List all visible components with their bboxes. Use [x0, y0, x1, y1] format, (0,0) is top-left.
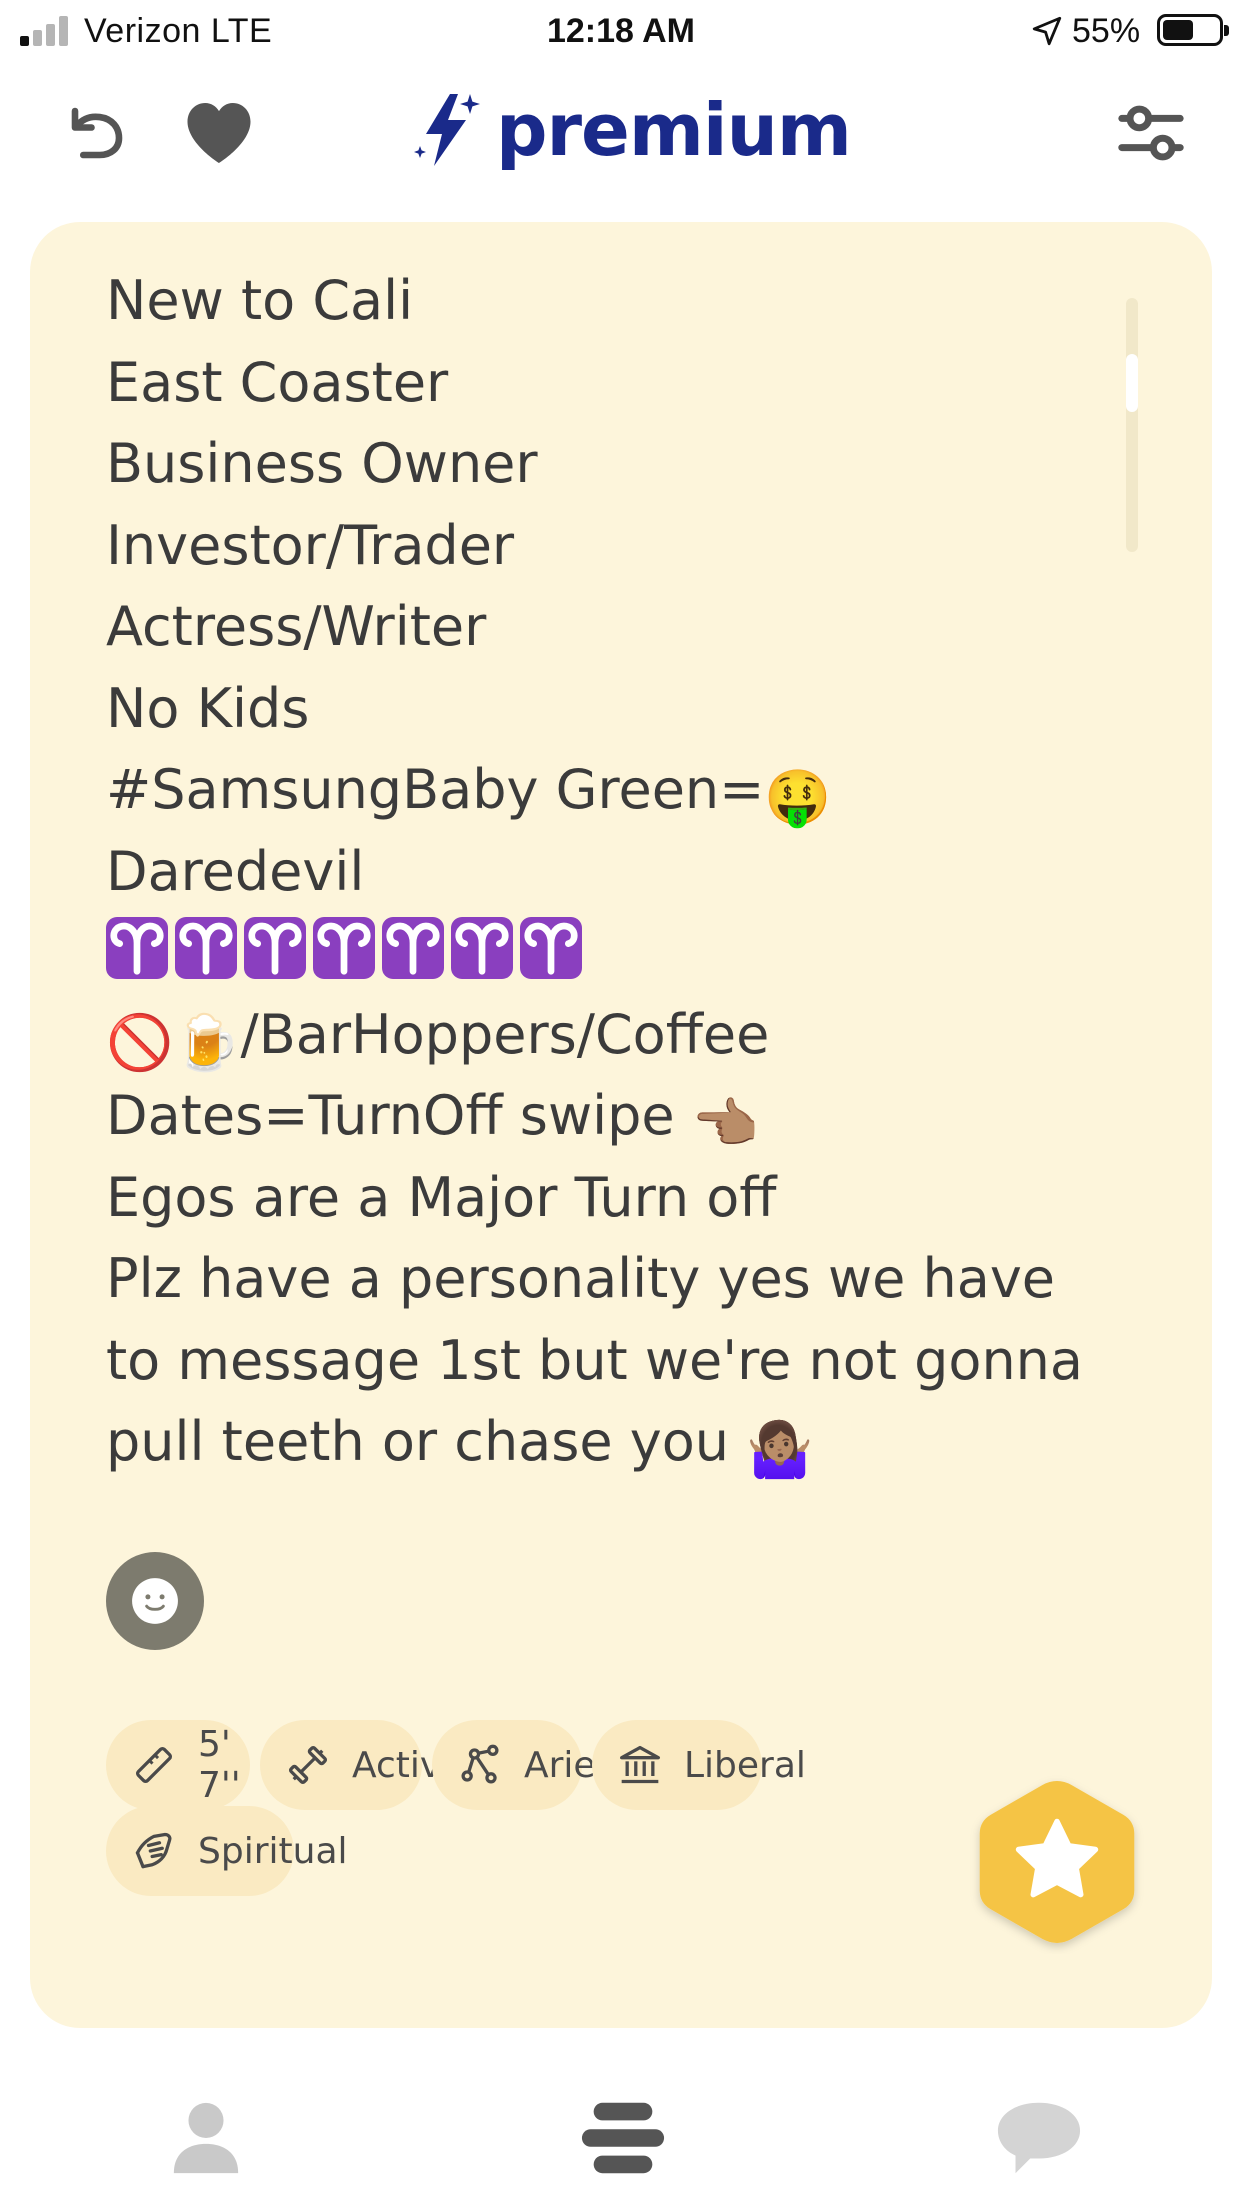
chip-zodiac: Aries — [432, 1720, 614, 1810]
lightning-sparkle-icon — [414, 94, 480, 166]
ruler-icon — [135, 1746, 173, 1784]
bio-line: Plz have a personality yes we have — [106, 1247, 1056, 1310]
aries-sign-emoji — [451, 917, 513, 979]
chip-religion: Spiritual — [106, 1806, 348, 1896]
government-building-icon — [620, 1745, 660, 1784]
top-navigation: premium — [0, 72, 1242, 182]
bio-line: 🚫🍺/BarHoppers/Coffee — [106, 994, 1166, 1076]
bio-scrollbar[interactable] — [1126, 298, 1138, 552]
bio-line: Egos are a Major Turn off — [106, 1165, 777, 1229]
filter-button[interactable] — [1108, 90, 1194, 176]
premium-label: premium — [496, 88, 852, 172]
profile-card[interactable]: New to Cali East Coaster Business Owner … — [30, 222, 1212, 2028]
chip-politics: Liberal — [592, 1720, 806, 1810]
chat-bubble-icon — [997, 2102, 1081, 2174]
tab-chat[interactable] — [994, 2098, 1084, 2178]
bio-line: pull teeth or chase you 🤷🏽‍♀️ — [106, 1401, 1166, 1483]
pointing-left-emoji: 👈🏽 — [691, 1092, 760, 1155]
bio-line: Dates=TurnOff swipe 👈🏽 — [106, 1075, 1166, 1157]
battery-icon — [1157, 14, 1229, 46]
money-mouth-emoji: 🤑 — [764, 766, 832, 829]
bio-line-text: /BarHoppers/Coffee — [240, 1002, 770, 1066]
aries-sign-emoji — [313, 917, 375, 979]
likes-button[interactable] — [176, 90, 262, 176]
chip-label: Liberal — [684, 1744, 806, 1786]
aries-sign-emoji — [382, 917, 444, 979]
bio-line-text: #SamsungBaby Green= — [106, 758, 765, 821]
bio-line: to message 1st but we're not gonna — [106, 1328, 1083, 1392]
bio-line-text: pull teeth or chase you — [106, 1410, 747, 1473]
status-bar: Verizon LTE 12:18 AM 55% — [0, 0, 1242, 62]
smiley-face-icon — [132, 1578, 178, 1624]
aries-sign-emoji — [244, 917, 306, 979]
constellation-icon — [461, 1744, 499, 1784]
bio-line: Daredevil — [106, 839, 365, 903]
beer-emoji: 🍺 — [173, 1010, 241, 1074]
chip-label: Spiritual — [198, 1830, 348, 1872]
aries-sign-emoji — [106, 917, 168, 979]
premium-brand[interactable]: premium — [410, 80, 852, 180]
bio-text: New to Cali East Coaster Business Owner … — [106, 260, 1166, 1483]
discover-stack-icon — [581, 2102, 665, 2174]
smiley-reaction-button[interactable] — [106, 1552, 204, 1650]
bio-line: East Coaster — [106, 350, 449, 414]
undo-button[interactable] — [54, 90, 140, 176]
bio-line: New to Cali — [106, 269, 414, 332]
profile-person-icon — [173, 2102, 239, 2174]
bio-line-text: Dates=TurnOff swipe — [106, 1084, 692, 1147]
bio-line: #SamsungBaby Green=🤑 — [106, 749, 1166, 831]
chip-height: 5' 7'' — [106, 1720, 250, 1810]
shrug-emoji: 🤷🏽‍♀️ — [746, 1418, 814, 1481]
aries-sign-emoji — [520, 917, 582, 979]
bio-line: Business Owner — [106, 432, 538, 495]
dumbbell-icon — [288, 1745, 328, 1785]
tab-discover[interactable] — [578, 2098, 668, 2178]
location-arrow-icon — [1032, 16, 1062, 46]
superswipe-button[interactable] — [965, 1770, 1149, 1954]
undo-arrow-icon — [71, 107, 123, 159]
aries-sign-emoji — [175, 917, 237, 979]
star-hexagon-icon — [979, 1781, 1135, 1943]
bottom-tab-bar — [0, 2028, 1242, 2208]
aries-emoji-row — [106, 912, 1166, 994]
bio-scrollbar-thumb[interactable] — [1126, 354, 1138, 412]
tab-profile[interactable] — [166, 2098, 246, 2178]
praying-hands-icon — [135, 1832, 172, 1869]
prohibited-emoji: 🚫 — [106, 1010, 174, 1074]
bio-line: No Kids — [106, 676, 310, 740]
sliders-filter-icon — [1118, 105, 1184, 161]
bio-line: Actress/Writer — [106, 595, 487, 658]
heart-icon — [187, 103, 251, 163]
bio-line: Investor/Trader — [106, 513, 515, 577]
battery-percent: 55% — [1072, 12, 1141, 50]
chip-label: 5' 7'' — [198, 1724, 241, 1806]
chip-exercise: Active — [260, 1720, 463, 1810]
